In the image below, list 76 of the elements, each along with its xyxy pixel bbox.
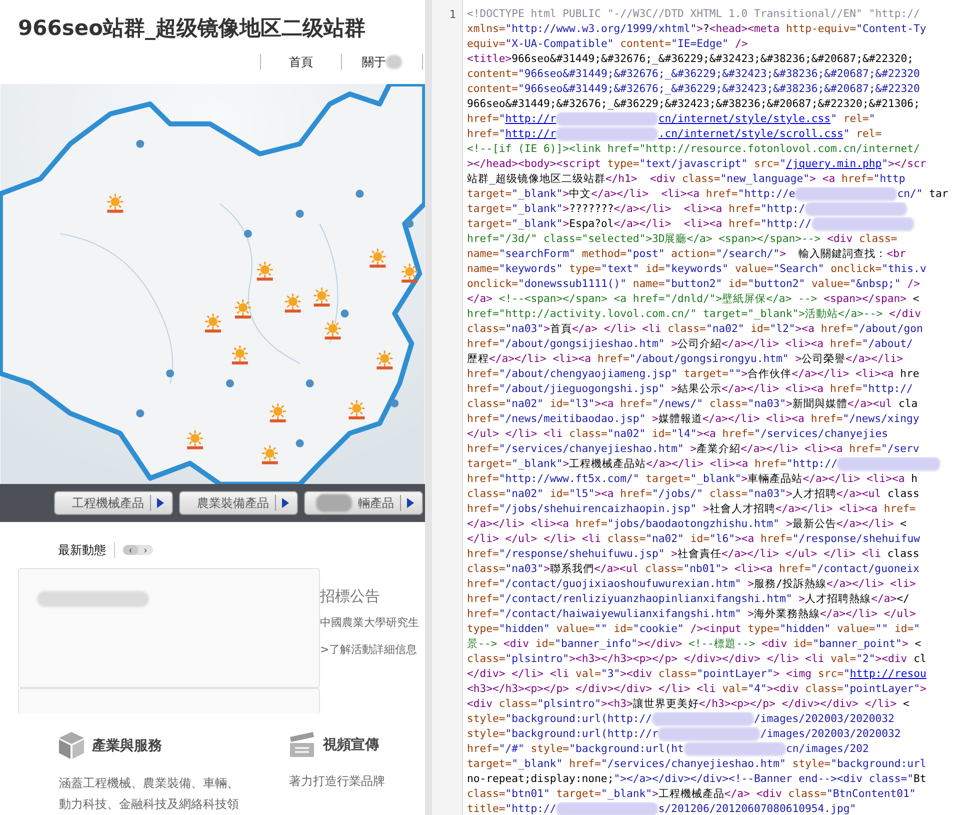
- code-line: class="na03">首頁</a> </li> <li class="na02" id="l2"><a href="/about/gon: [467, 322, 924, 337]
- code-line: href="/services/chanyejieshao.htm" >產業介紹</a></li> <li><a href="/serv: [467, 442, 920, 457]
- code-line: href="/about/gongsijieshao.htm" >公司介紹</a></li> <li><a href="/about/: [467, 337, 914, 352]
- code-line: title="http:// s/201206/20120607080610954.jpg": [467, 802, 858, 815]
- code-line: </li> </ul> </li> <li class="na02" id="l6"><a href="/response/shehuifuw: [467, 532, 921, 547]
- line-number: 1: [448, 7, 457, 22]
- feature-description: 涵蓋工程機械、農業裝備、車輛、動力科技、金融科技及網絡科技領: [59, 775, 240, 813]
- feature-description: 著力打造行業品牌: [289, 773, 386, 790]
- code-line: 966seo&#31449;&#32676;_&#36229;&#32423;&#38236;&#20687;&#22320;&#21306;: [467, 97, 921, 112]
- code-line: href="http://www.ft5x.com/" target="_blank">車輛產品站</a></li> <li><a h: [467, 472, 919, 487]
- code-line: href="http://r .cn/internet/style/scroll.css" rel=: [467, 127, 883, 142]
- code-line: 景--> <div id="banner_info"></div> <!--標題--> <div id="banner_point"> <: [467, 637, 922, 652]
- code-line: </a></li> <li><a href="jobs/baodaotongzhishu.htm" >最新公告</a></li> <: [467, 517, 908, 532]
- code-line: no-repeat;display:none;"></a></div></div><!--Banner end--><div class="Bt: [467, 772, 928, 787]
- code-line: class="btn01" target="_blank">工程機械產品</a> <div class="BtnContent01": [467, 787, 917, 802]
- code-line: href="/contact/haiwaiyewulianxifangshi.htm" >海外業務熱線</a></li> </ul>: [467, 607, 917, 622]
- code-line: name="searchForm" method="post" action="/search/"> 輸入關鍵詞查找：<br: [467, 247, 907, 262]
- code-line: name="keywords" type="text" id="keywords" value="Search" onclick="this.v: [467, 262, 928, 277]
- code-line: style="background:url(http:// /images/202003/2020032: [467, 712, 896, 727]
- code-line: href="/response/shehuifuwu.jsp" >社會責任</a></li> </ul> </li> <li class: [467, 547, 920, 562]
- page-title: 966seo站群_超级镜像地区二级站群: [18, 15, 367, 42]
- code-line: onclick="donewssub1111()" name="button2" id="button2" value="&nbsp;" />: [467, 277, 921, 292]
- code-line: </div> </li> <li val="3"><div class="pointLayer"> <img src="http://resou: [467, 667, 928, 682]
- code-line: </a> <!--<span></span> <a href="/dnld/">壁紙屏保</a> --> <span></span> <: [467, 292, 920, 307]
- caret-icon: [407, 498, 414, 508]
- code-line: href="/#" style="background:url(ht cn/images/202: [467, 742, 870, 757]
- code-line: <h3></h3><p></p> </div></div> </li> <li val="4"><div class="pointLayer">: [467, 682, 928, 697]
- code-line: 歷程</a></li> <li><a href="/about/gongsirongyu.htm" >公司榮譽</a></li>: [467, 352, 904, 367]
- code-line: </ul> </li> <li class="na02" id="l4"><a href="/services/chanyejies: [467, 427, 890, 442]
- code-line: target="_blank">中文</a></li> <li><a href="http://e cn/" tar: [467, 187, 950, 202]
- cube-icon: [59, 732, 84, 759]
- code-line: 站群_超级镜像地区二级站群</h1> <div class="new_language"> <a href="http: [467, 172, 906, 187]
- clapper-icon: [289, 732, 315, 757]
- nav-link[interactable]: 關于: [341, 54, 423, 70]
- code-line: href="/3d/" class="selected">3D展廳</a> <span></span>--> <div class=: [467, 232, 898, 247]
- code-line: href="http://activity.lovol.com.cn/" target="_blank">活動站</a>--> </div: [467, 307, 922, 322]
- section-heading: 招標公告: [320, 587, 381, 606]
- next-button[interactable]: ›: [138, 545, 153, 555]
- code-line: <!--[if (IE 6)]><link href="http://resource.fotonlovol.com.cn/internet/: [467, 142, 921, 157]
- section-heading: 最新動態: [58, 542, 115, 558]
- code-line: href="http://r cn/internet/style/style.css" rel=": [467, 112, 876, 127]
- code-line: type="hidden" value="" id="cookie" /><input type="hidden" value="" id=": [467, 622, 922, 637]
- code-line: href="/about/chengyaojiameng.jsp" target="">合作伙伴</a></li> <li><a hre: [467, 367, 920, 382]
- details-link[interactable]: >了解活動詳細信息: [320, 642, 425, 657]
- code-line: target="_blank">工程機械產品站</a></li> <li><a href="http://: [467, 457, 969, 472]
- code-line: href="/contact/guojixiaoshoufuwurexian.htm" >服務/投訴熱線</a></li> <li>: [467, 577, 917, 592]
- code-line: class="na02" id="l3"><a href="/news/" class="na03">新聞與媒體</a><ul cla: [467, 397, 919, 412]
- code-line: class="plsintro"><h3></h3><p></p> </div></div> </li> <li val="2"><div cl: [467, 652, 928, 667]
- code-line: style="background:url(http://r /images/202003/2020032: [467, 727, 902, 742]
- nav-link[interactable]: 首頁: [260, 54, 341, 70]
- category-button[interactable]: 農業裝備產品: [179, 491, 298, 516]
- code-line: target="_blank">Espa?ol</a></li> <li><a href="http://: [467, 217, 969, 232]
- code-line: ></head><body><script type="text/javascript" src="/jquery.min.php"></scr: [467, 157, 928, 172]
- code-line: class="na02" id="l5"><a href="/jobs/" class="na03">人才招聘</a><ul class: [467, 487, 920, 502]
- prev-button[interactable]: ‹: [123, 545, 138, 555]
- code-line: href="/news/meitibaodao.jsp" >媒體報道</a></li> <li><a href="/news/xingy: [467, 412, 920, 427]
- code-line: equiv="X-UA-Compatible" content="IE=Edge" />: [467, 37, 749, 52]
- category-button[interactable]: 工程機械產品: [54, 491, 173, 516]
- code-line: <div class="plsintro"><h3>讓世界更美好</h3><p></p> </div></div> </li> <: [467, 697, 910, 712]
- code-line: content="966seo&#31449;&#32676;_&#36229;&#32423;&#38236;&#20687;&#22320: [467, 67, 921, 82]
- tender-link[interactable]: 中國農業大學研究生: [320, 615, 425, 630]
- code-line: href="/about/jieguogongshi.jsp" >結果公示</a></li> <li><a href="http://: [467, 382, 914, 397]
- code-line: class="na03">聯系我們</a><ul class="nb01"> <li><a href="/contact/guoneix: [467, 562, 920, 577]
- code-line: href="/contact/renliziyuanzhaopinlianxifangshi.htm" >人才招聘熱線</a></: [467, 592, 910, 607]
- code-line: xmlns="http://www.w3.org/1999/xhtml">?<head><meta http-equiv="Content-Ty: [467, 22, 928, 37]
- code-line: target="_blank" href="/services/chanyejieshao.htm" style="background:url: [467, 757, 928, 772]
- code-line: href="/jobs/shehuirencaizhaopin.jsp" >社會人才招聘</a></li> <li><a href=: [467, 502, 917, 517]
- feature-title: 產業與服務: [92, 736, 162, 754]
- code-line: <title>966seo&#31449;&#32676;_&#36229;&#32423;&#38236;&#20687;&#22320;: [467, 52, 914, 67]
- code-line: <!DOCTYPE html PUBLIC "-//W3C//DTD XHTML 1.0 Transitional//EN" "http://: [467, 7, 921, 22]
- caret-icon: [157, 498, 164, 508]
- category-button[interactable]: 輛產品: [304, 491, 423, 516]
- caret-icon: [282, 498, 289, 508]
- code-line: content="966seo&#31449;&#32676;_&#36229;&#32423;&#38236;&#20687;&#22320: [467, 82, 921, 97]
- code-line: target="_blank">???????</a></li> <li><a href="http:/: [467, 202, 969, 217]
- feature-title: 視頻宣傳: [323, 736, 379, 754]
